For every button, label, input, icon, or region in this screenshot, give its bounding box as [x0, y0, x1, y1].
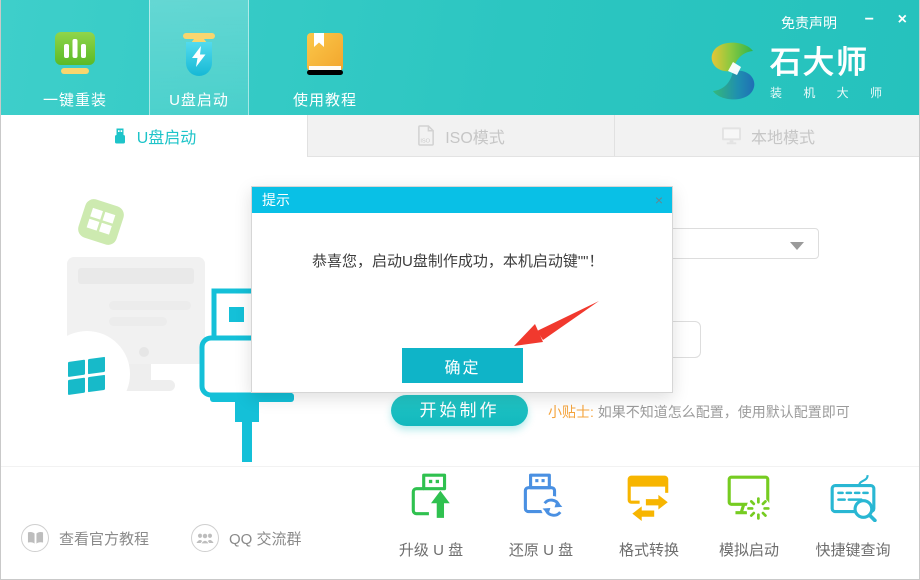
footer-toolbar: 查看官方教程 QQ 交流群 — [1, 466, 920, 579]
tool-label: 格式转换 — [597, 539, 701, 560]
tool-format-convert[interactable]: 格式转换 — [597, 472, 701, 560]
dialog-title: 提示 — [252, 192, 290, 208]
tool-label: 快捷键查询 — [801, 539, 905, 560]
ok-button[interactable]: 确定 — [402, 348, 523, 383]
nav-item-tutorial[interactable]: 使用教程 — [277, 0, 373, 115]
brand-logo: 石大师 装 机 大 师 — [702, 40, 891, 107]
tool-hotkey-query[interactable]: 快捷键查询 — [801, 472, 905, 560]
usb-upgrade-icon — [406, 509, 456, 526]
tool-upgrade-usb[interactable]: 升级 U 盘 — [379, 472, 483, 560]
success-dialog: 提示 × 恭喜您，启动U盘制作成功，本机启动键""！ 确定 — [251, 186, 673, 393]
tip-body: 如果不知道怎么配置，使用默认配置即可 — [598, 404, 850, 420]
monitor-icon — [721, 126, 742, 145]
simulate-boot-icon — [724, 509, 774, 526]
usb-stick-icon — [112, 128, 128, 144]
tip-text: 小贴士: 如果不知道怎么配置，使用默认配置即可 — [548, 402, 850, 422]
tab-iso-mode[interactable]: ISO ISO模式 — [307, 115, 614, 157]
format-convert-icon — [624, 509, 674, 526]
dialog-header: 提示 × — [252, 187, 672, 213]
close-button[interactable]: × — [898, 10, 907, 30]
nav-label: U盘启动 — [169, 89, 229, 110]
dialog-close-icon[interactable]: × — [655, 187, 663, 213]
usb-restore-icon — [516, 509, 566, 526]
tab-label: ISO模式 — [445, 124, 505, 148]
chevron-down-icon — [790, 242, 804, 250]
book-icon — [302, 31, 348, 82]
minimize-button[interactable]: − — [865, 10, 874, 30]
brand-subtitle: 装 机 大 师 — [770, 84, 891, 101]
tool-label: 模拟启动 — [697, 539, 801, 560]
iso-file-icon: ISO — [417, 125, 436, 146]
tool-label: 还原 U 盘 — [489, 539, 593, 560]
tab-label: U盘启动 — [137, 124, 197, 148]
tab-local-mode[interactable]: 本地模式 — [614, 115, 920, 157]
brand-logo-icon — [702, 40, 764, 107]
disclaimer-link[interactable]: 免责声明 — [781, 13, 837, 33]
top-toolbar: 一键重装 U盘启动 — [1, 0, 920, 115]
start-create-button[interactable]: 开始制作 — [391, 395, 528, 426]
tip-label: 小贴士: — [548, 404, 594, 420]
reinstall-chart-icon — [52, 31, 98, 82]
app-window: 一键重装 U盘启动 — [0, 0, 920, 580]
tab-label: 本地模式 — [751, 124, 815, 148]
dialog-message: 恭喜您，启动U盘制作成功，本机启动键""！ — [312, 250, 652, 271]
tool-label: 升级 U 盘 — [379, 539, 483, 560]
nav-item-reinstall[interactable]: 一键重装 — [29, 0, 121, 115]
nav-item-usb-boot[interactable]: U盘启动 — [149, 0, 249, 115]
hotkey-search-icon — [828, 509, 878, 526]
brand-name: 石大师 — [770, 46, 891, 80]
tab-usb-boot[interactable]: U盘启动 — [1, 115, 307, 157]
people-group-icon — [191, 524, 219, 552]
nav-label: 使用教程 — [293, 89, 357, 110]
qq-group-link[interactable]: QQ 交流群 — [191, 524, 302, 552]
svg-text:ISO: ISO — [421, 139, 431, 145]
mode-tabs: U盘启动 ISO ISO模式 本地模式 — [1, 115, 920, 157]
link-label: 查看官方教程 — [59, 528, 149, 549]
usb-shield-icon — [176, 31, 222, 82]
official-tutorial-link[interactable]: 查看官方教程 — [21, 524, 149, 552]
nav-label: 一键重装 — [43, 89, 107, 110]
open-book-icon — [21, 524, 49, 552]
tool-simulate-boot[interactable]: 模拟启动 — [697, 472, 801, 560]
link-label: QQ 交流群 — [229, 528, 302, 549]
tool-restore-usb[interactable]: 还原 U 盘 — [489, 472, 593, 560]
